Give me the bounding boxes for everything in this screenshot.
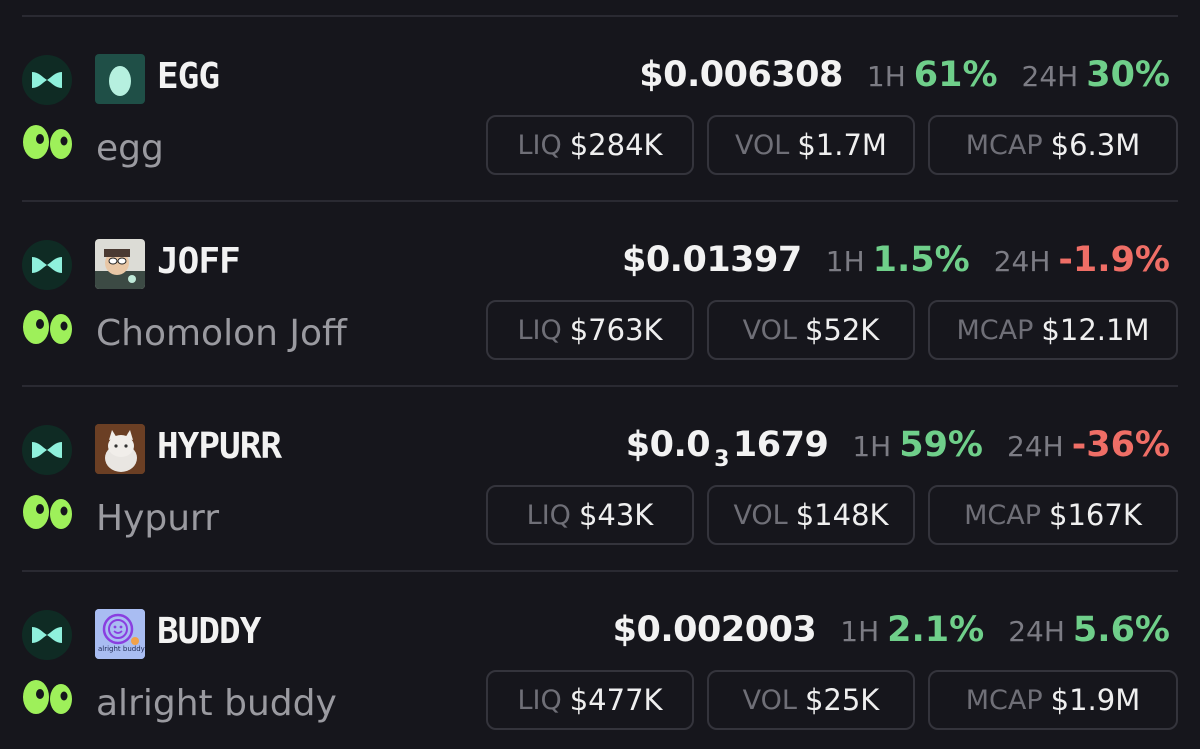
vol-label: VOL (742, 314, 797, 346)
token-price: $0.006308 (639, 55, 843, 95)
liq-value: $477K (569, 683, 663, 717)
token-ticker[interactable]: BUDDY (157, 610, 261, 654)
h1-label: 1H (825, 245, 865, 278)
vol-label: VOL (735, 129, 790, 161)
price-line: $0.006308 1H 61% 24H 30% (639, 53, 1170, 99)
chain-icon (22, 240, 72, 290)
market-cap-pill: MCAP $167K (928, 485, 1178, 545)
mcap-value: $6.3M (1050, 128, 1141, 162)
eyes-icon (22, 122, 74, 162)
eyes-icon (22, 307, 74, 347)
volume-pill: VOL $148K (707, 485, 915, 545)
token-row-egg[interactable]: EGG $0.006308 1H 61% 24H 30% egg LIQ $284… (0, 17, 1200, 202)
token-price: $0.0 3 1679 (625, 425, 829, 472)
mcap-label: MCAP (956, 314, 1034, 346)
volume-pill: VOL $52K (707, 300, 915, 360)
token-ticker[interactable]: JOFF (157, 240, 241, 284)
h24-change: 5.6% (1072, 610, 1170, 650)
mcap-value: $12.1M (1041, 313, 1150, 347)
price-line: $0.01397 1H 1.5% 24H -1.9% (622, 238, 1170, 284)
chain-icon (22, 55, 72, 105)
h1-change: 1.5% (872, 240, 970, 280)
token-name: egg (96, 128, 164, 169)
egg-icon (95, 54, 145, 104)
token-price: $0.01397 (621, 240, 802, 280)
liquidity-pill: LIQ $284K (486, 115, 694, 175)
cat-icon (95, 424, 145, 474)
token-stats: LIQ $477K VOL $25K MCAP $1.9M (486, 670, 1178, 730)
eyes-icon (22, 677, 74, 717)
liq-value: $284K (569, 128, 663, 162)
mcap-value: $1.9M (1050, 683, 1141, 717)
volume-pill: VOL $1.7M (707, 115, 915, 175)
token-stats: LIQ $284K VOL $1.7M MCAP $6.3M (486, 115, 1178, 175)
vol-value: $1.7M (797, 128, 887, 162)
token-row-buddy[interactable]: alright buddy BUDDY $0.002003 1H 2.1% 24… (0, 572, 1200, 749)
vol-value: $148K (795, 498, 889, 532)
price-line: $0.002003 1H 2.1% 24H 5.6% (613, 608, 1170, 654)
token-name: Chomolon Joff (96, 313, 347, 354)
liquidity-pill: LIQ $477K (486, 670, 694, 730)
chain-icon (22, 610, 72, 660)
liq-label: LIQ (517, 129, 562, 161)
h1-label: 1H (866, 60, 906, 93)
mcap-label: MCAP (964, 499, 1042, 531)
token-row-joff[interactable]: JOFF $0.01397 1H 1.5% 24H -1.9% Chomolon… (0, 202, 1200, 387)
eyes-icon (22, 492, 74, 532)
market-cap-pill: MCAP $6.3M (928, 115, 1178, 175)
price-line: $0.0 3 1679 1H 59% 24H -36% (626, 423, 1170, 472)
h1-label: 1H (852, 430, 892, 463)
liquidity-pill: LIQ $763K (486, 300, 694, 360)
liq-label: LIQ (517, 684, 562, 716)
token-ticker[interactable]: EGG (157, 55, 220, 99)
liq-value: $763K (569, 313, 663, 347)
token-ticker[interactable]: HYPURR (157, 425, 282, 469)
liq-label: LIQ (526, 499, 571, 531)
liquidity-pill: LIQ $43K (486, 485, 694, 545)
h1-change: 61% (913, 55, 998, 95)
chain-icon (22, 425, 72, 475)
h24-change: -1.9% (1058, 240, 1170, 280)
liq-label: LIQ (517, 314, 562, 346)
h1-label: 1H (840, 615, 880, 648)
volume-pill: VOL $25K (707, 670, 915, 730)
token-stats: LIQ $43K VOL $148K MCAP $167K (486, 485, 1178, 545)
token-name: Hypurr (96, 498, 220, 539)
h24-label: 24H (993, 245, 1051, 278)
vol-value: $52K (804, 313, 880, 347)
h24-label: 24H (1021, 60, 1079, 93)
mcap-label: MCAP (965, 684, 1043, 716)
h24-label: 24H (1007, 430, 1064, 463)
vol-label: VOL (742, 684, 797, 716)
token-stats: LIQ $763K VOL $52K MCAP $12.1M (486, 300, 1178, 360)
h1-change: 2.1% (887, 610, 985, 650)
logo-text: alright buddy (98, 645, 145, 653)
market-cap-pill: MCAP $1.9M (928, 670, 1178, 730)
liq-value: $43K (578, 498, 654, 532)
token-price: $0.002003 (612, 610, 817, 650)
mcap-label: MCAP (965, 129, 1043, 161)
h24-change: 30% (1086, 55, 1170, 95)
vol-label: VOL (733, 499, 788, 531)
token-row-hypurr[interactable]: HYPURR $0.0 3 1679 1H 59% 24H -36% Hypurr … (0, 387, 1200, 572)
h1-change: 59% (899, 425, 983, 465)
smiley-icon: alright buddy (95, 609, 145, 659)
market-cap-pill: MCAP $12.1M (928, 300, 1178, 360)
cartoon-face-icon (95, 239, 145, 289)
h24-change: -36% (1071, 425, 1170, 465)
token-name: alright buddy (96, 683, 337, 724)
h24-label: 24H (1008, 615, 1065, 648)
mcap-value: $167K (1049, 498, 1142, 532)
vol-value: $25K (804, 683, 880, 717)
